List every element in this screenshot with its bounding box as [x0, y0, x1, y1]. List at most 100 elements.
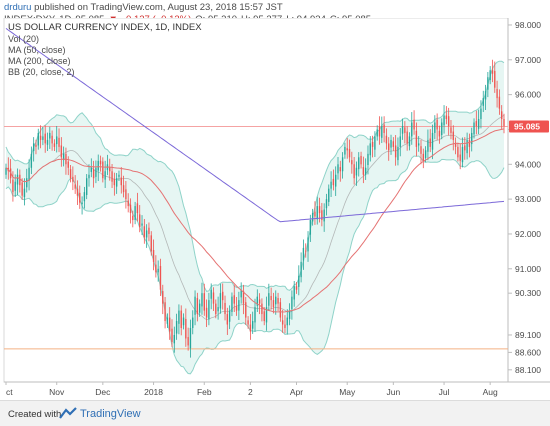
candle-body	[49, 132, 51, 139]
candle-body	[109, 167, 111, 172]
candle-body	[399, 136, 401, 147]
candle-body	[95, 167, 97, 177]
candle-body	[129, 204, 132, 214]
candle-body	[35, 144, 37, 147]
candle-body	[351, 160, 353, 165]
legend-entry[interactable]: Vol (20)	[8, 34, 39, 44]
candle-body	[245, 302, 247, 318]
candle-body	[169, 317, 171, 332]
candle-body	[496, 89, 498, 99]
candle-body	[152, 249, 155, 262]
y-tick-label: 88.100	[515, 365, 541, 375]
candle-body	[436, 119, 438, 130]
candle-body	[316, 206, 318, 220]
candle-body	[60, 145, 63, 158]
candle-body	[226, 314, 229, 325]
candle-body	[438, 130, 441, 137]
created-with-label: Created with	[8, 409, 62, 420]
candle-body	[424, 150, 427, 159]
chart-title: US DOLLAR CURRENCY INDEX, 1D, INDEX	[8, 22, 202, 33]
candle-body	[309, 220, 312, 235]
candle-body	[81, 202, 83, 205]
candle-body	[367, 153, 369, 165]
candle-body	[21, 182, 23, 196]
candle-body	[185, 318, 187, 339]
legend-entry[interactable]: MA (50, close)	[8, 45, 66, 55]
candle-body	[113, 178, 116, 186]
legend-entry[interactable]: BB (20, close, 2)	[8, 67, 75, 77]
candle-body	[441, 122, 443, 136]
candle-body	[321, 210, 323, 221]
candle-body	[74, 184, 76, 189]
candle-body	[224, 302, 226, 315]
candle-body	[247, 320, 249, 325]
candle-body	[388, 143, 390, 151]
candle-body	[201, 293, 203, 307]
price-chart[interactable]: 98.00097.00096.00095.00094.00093.00092.0…	[0, 18, 550, 400]
y-tick-label: 96.000	[515, 90, 541, 100]
candle-body	[475, 121, 478, 126]
candle-body	[157, 268, 159, 273]
candle-body	[420, 146, 422, 154]
candle-body	[353, 164, 355, 179]
candle-body	[79, 192, 81, 203]
candle-body	[53, 143, 56, 147]
candle-body	[208, 300, 210, 319]
candle-body	[252, 321, 254, 329]
candle-body	[5, 167, 7, 175]
candle-body	[473, 122, 475, 135]
candle-body	[394, 145, 397, 158]
candle-body	[295, 286, 298, 290]
candle-body	[39, 135, 42, 140]
candle-body	[83, 192, 86, 202]
candle-body	[99, 160, 102, 165]
candle-body	[450, 127, 452, 133]
candle-body	[447, 116, 450, 126]
x-tick-label: Apr	[290, 387, 303, 397]
y-tick-label: 97.000	[515, 55, 541, 65]
candle-body	[23, 188, 26, 198]
candle-body	[194, 296, 196, 315]
candle-body	[249, 324, 252, 332]
tradingview-logo-icon	[59, 407, 77, 419]
candle-body	[286, 317, 288, 326]
candle-body	[302, 247, 305, 261]
candle-body	[150, 235, 152, 252]
publish-header: drduru published on TradingView.com, Aug…	[4, 2, 371, 25]
footer-bar: Created with TradingView	[0, 400, 550, 426]
candle-body	[19, 174, 21, 186]
candle-body	[51, 135, 53, 144]
y-tick-label: 98.000	[515, 20, 541, 30]
candle-body	[175, 321, 178, 334]
candle-body	[318, 206, 321, 214]
tradingview-brand[interactable]: TradingView	[80, 408, 141, 420]
author-link[interactable]: drduru	[4, 2, 31, 13]
y-tick-label: 91.000	[515, 264, 541, 274]
candle-body	[178, 310, 180, 324]
candle-body	[464, 145, 466, 151]
candle-body	[418, 143, 420, 146]
candle-body	[355, 167, 358, 176]
candle-body	[376, 129, 378, 137]
y-tick-label: 88.600	[515, 347, 541, 357]
candle-body	[263, 311, 265, 322]
x-tick-label: Jul	[439, 387, 450, 397]
candle-body	[337, 164, 339, 174]
candle-body	[189, 328, 192, 349]
candle-body	[145, 230, 148, 238]
candle-body	[69, 169, 72, 179]
candle-body	[471, 132, 473, 145]
y-tick-label: 93.000	[515, 194, 541, 204]
candle-body	[219, 293, 222, 309]
candle-body	[192, 317, 194, 329]
candle-body	[501, 111, 503, 120]
candle-body	[141, 223, 143, 226]
candle-body	[392, 141, 395, 147]
candle-body	[270, 295, 272, 301]
candle-body	[205, 307, 208, 318]
legend-entry[interactable]: MA (200, close)	[8, 56, 71, 66]
candle-body	[461, 146, 464, 163]
candle-body	[480, 108, 482, 120]
candle-body	[298, 275, 300, 287]
candle-body	[459, 154, 461, 161]
